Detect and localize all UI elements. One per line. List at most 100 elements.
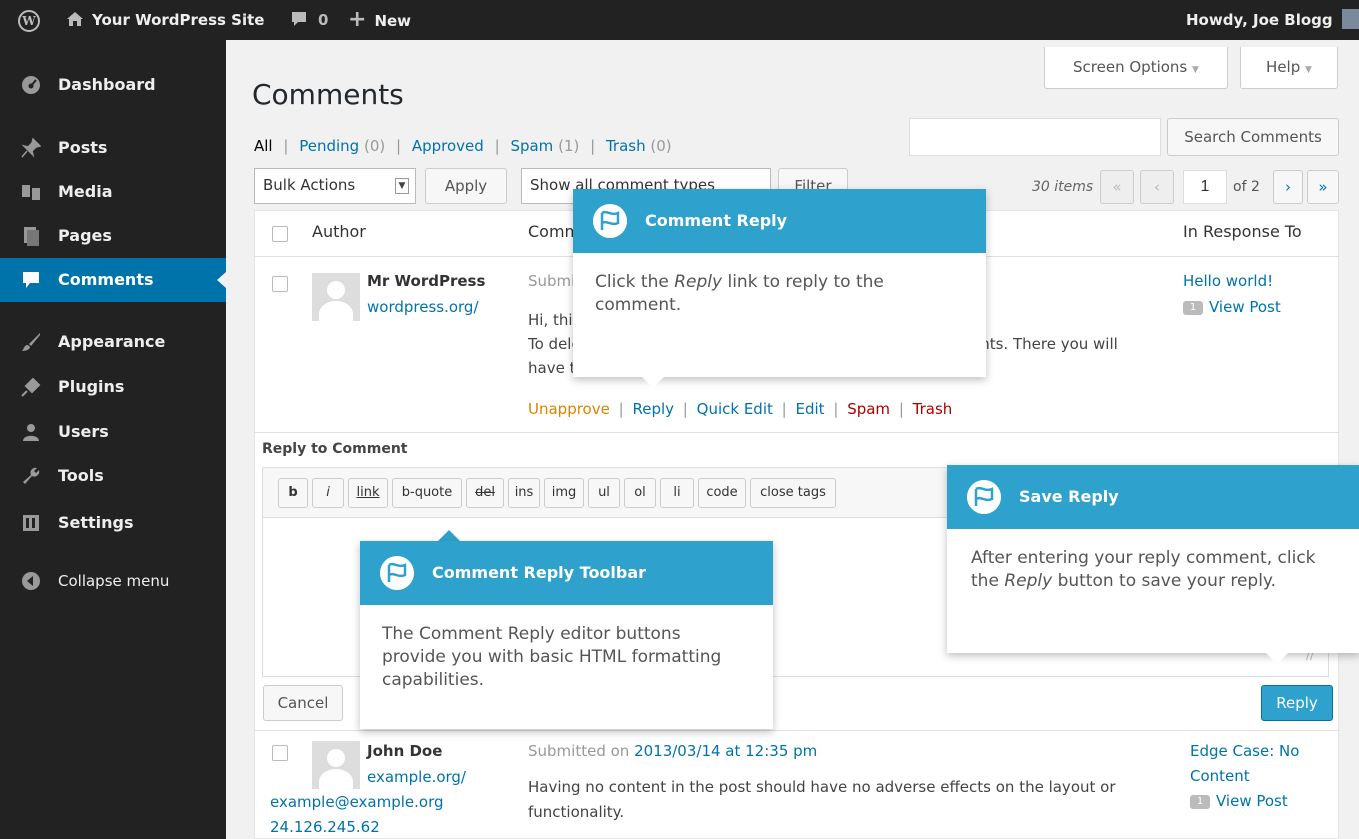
comment-author-email[interactable]: example@example.org	[270, 793, 444, 811]
pointer-header: Comment Reply	[573, 189, 986, 253]
comment-author-url[interactable]: wordpress.org/	[367, 298, 479, 316]
sidebar-item-posts[interactable]: Posts	[0, 126, 226, 170]
sidebar-item-plugins[interactable]: Plugins	[0, 365, 226, 409]
new-content-link[interactable]: + New	[348, 0, 411, 40]
quicktag-del-button[interactable]: del	[466, 478, 504, 508]
response-post-link[interactable]: Content	[1190, 767, 1250, 785]
current-page-input[interactable]	[1183, 170, 1227, 204]
unapprove-link[interactable]: Unapprove	[528, 400, 610, 418]
search-comments-button[interactable]: Search Comments	[1167, 118, 1339, 156]
comment-author-ip[interactable]: 24.126.245.62	[270, 818, 380, 836]
quicktag-bquote-button[interactable]: b-quote	[392, 478, 462, 508]
comment-checkbox[interactable]	[272, 745, 288, 761]
filter-approved[interactable]: Approved	[412, 137, 484, 155]
quicktag-i-button[interactable]: i	[312, 478, 344, 508]
pointer-body: The Comment Reply editor buttons provide…	[382, 624, 722, 690]
row-divider	[254, 432, 1339, 433]
status-filters: All | Pending (0) | Approved | Spam (1) …	[254, 137, 672, 155]
my-account-link[interactable]: Howdy, Joe Blogg	[1186, 0, 1359, 40]
pointer-arrow	[642, 377, 664, 388]
view-post-link[interactable]: View Post	[1209, 298, 1281, 316]
filter-pending[interactable]: Pending	[299, 137, 359, 155]
sidebar-item-media[interactable]: Media	[0, 170, 226, 214]
site-name-link[interactable]: Your WordPress Site	[66, 0, 264, 40]
filter-trash[interactable]: Trash	[606, 137, 646, 155]
apply-button[interactable]: Apply	[425, 168, 507, 204]
quicktag-ins-button[interactable]: ins	[508, 478, 540, 508]
items-count: 30 items	[1032, 179, 1094, 195]
collapse-arrow-icon	[22, 572, 40, 590]
filter-all[interactable]: All	[254, 137, 273, 155]
flag-icon	[967, 480, 1001, 514]
sidebar-item-settings[interactable]: Settings	[0, 501, 226, 545]
total-pages: of 2	[1233, 179, 1260, 195]
comment-text-line: Having no content in the post should hav…	[528, 778, 1116, 796]
quicktag-li-button[interactable]: li	[660, 478, 694, 508]
comment-reply-toolbar-pointer: Comment Reply Toolbar The Comment Reply …	[360, 541, 773, 729]
wrench-icon	[23, 467, 40, 484]
dropdown-arrow-icon: ▼	[1305, 65, 1312, 75]
wordpress-logo-icon[interactable]: W	[18, 0, 40, 40]
page-title: Comments	[252, 78, 404, 111]
brush-icon	[22, 333, 40, 351]
edit-link[interactable]: Edit	[796, 400, 825, 418]
comment-bubble-icon	[292, 12, 306, 26]
sidebar-item-pages[interactable]: Pages	[0, 214, 226, 258]
comment-count-bubble-icon: 1	[1190, 794, 1210, 809]
dashboard-icon	[22, 76, 40, 94]
sidebar-item-dashboard[interactable]: Dashboard	[0, 63, 226, 107]
response-post-link[interactable]: Edge Case: No	[1190, 742, 1299, 760]
comment-date-link[interactable]: 2013/03/14 at 12:35 pm	[634, 742, 817, 760]
sidebar-item-appearance[interactable]: Appearance	[0, 320, 226, 364]
quick-edit-link[interactable]: Quick Edit	[697, 400, 773, 418]
search-input[interactable]	[909, 118, 1161, 156]
help-button[interactable]: Help ▼	[1240, 47, 1338, 89]
reply-button[interactable]: Reply	[1261, 685, 1333, 721]
trash-link[interactable]: Trash	[913, 400, 953, 418]
last-page-button[interactable]: »	[1307, 170, 1339, 204]
pointer-body: Click the Reply link to reply to the com…	[595, 272, 884, 315]
collapse-menu-button[interactable]: Collapse menu	[0, 559, 226, 603]
response-post-link[interactable]: Hello world!	[1183, 272, 1273, 290]
quicktag-ol-button[interactable]: ol	[624, 478, 656, 508]
spam-link[interactable]: Spam	[847, 400, 890, 418]
comment-author: Mr WordPress	[367, 272, 486, 290]
submitted-on: Submitted on 2013/03/14 at 12:35 pm	[528, 742, 818, 760]
plug-icon	[21, 377, 41, 397]
comment-count-bubble-icon: 1	[1183, 300, 1203, 315]
screen-options-button[interactable]: Screen Options ▼	[1044, 47, 1228, 89]
pages-icon	[24, 227, 39, 246]
dropdown-arrow-icon: ▼	[1192, 65, 1199, 75]
quicktag-link-button[interactable]: link	[348, 478, 388, 508]
reply-link[interactable]: Reply	[632, 400, 674, 418]
quicktag-code-button[interactable]: code	[698, 478, 746, 508]
comment-author-url[interactable]: example.org/	[367, 768, 466, 786]
column-author[interactable]: Author	[312, 222, 366, 241]
quicktag-ul-button[interactable]: ul	[588, 478, 620, 508]
select-arrow-icon: ▼	[395, 178, 409, 194]
quicktag-img-button[interactable]: img	[544, 478, 584, 508]
comment-checkbox[interactable]	[272, 276, 288, 292]
column-in-response-to[interactable]: In Response To	[1183, 222, 1302, 241]
sidebar-item-tools[interactable]: Tools	[0, 454, 226, 498]
prev-page-button[interactable]: ‹	[1140, 170, 1174, 204]
view-post: 1 View Post	[1190, 792, 1288, 810]
first-page-button[interactable]: «	[1100, 170, 1134, 204]
filter-spam[interactable]: Spam	[510, 137, 553, 155]
select-all-checkbox[interactable]	[272, 226, 288, 242]
sidebar-item-comments[interactable]: Comments	[0, 258, 226, 302]
comments-bar-link[interactable]: 0	[290, 0, 328, 40]
pointer-header: Comment Reply Toolbar	[360, 541, 773, 605]
pin-icon	[21, 138, 41, 158]
next-page-button[interactable]: ›	[1273, 170, 1303, 204]
cancel-button[interactable]: Cancel	[263, 685, 343, 721]
plus-icon: +	[348, 7, 367, 32]
flag-icon	[380, 556, 414, 590]
sidebar-item-users[interactable]: Users	[0, 410, 226, 454]
bulk-actions-select[interactable]: Bulk Actions ▼	[254, 168, 416, 204]
quicktag-close-tags-button[interactable]: close tags	[750, 478, 836, 508]
view-post-link[interactable]: View Post	[1216, 792, 1288, 810]
quicktag-b-button[interactable]: b	[278, 478, 308, 508]
comment-icon	[23, 272, 39, 288]
media-icon	[22, 185, 40, 200]
